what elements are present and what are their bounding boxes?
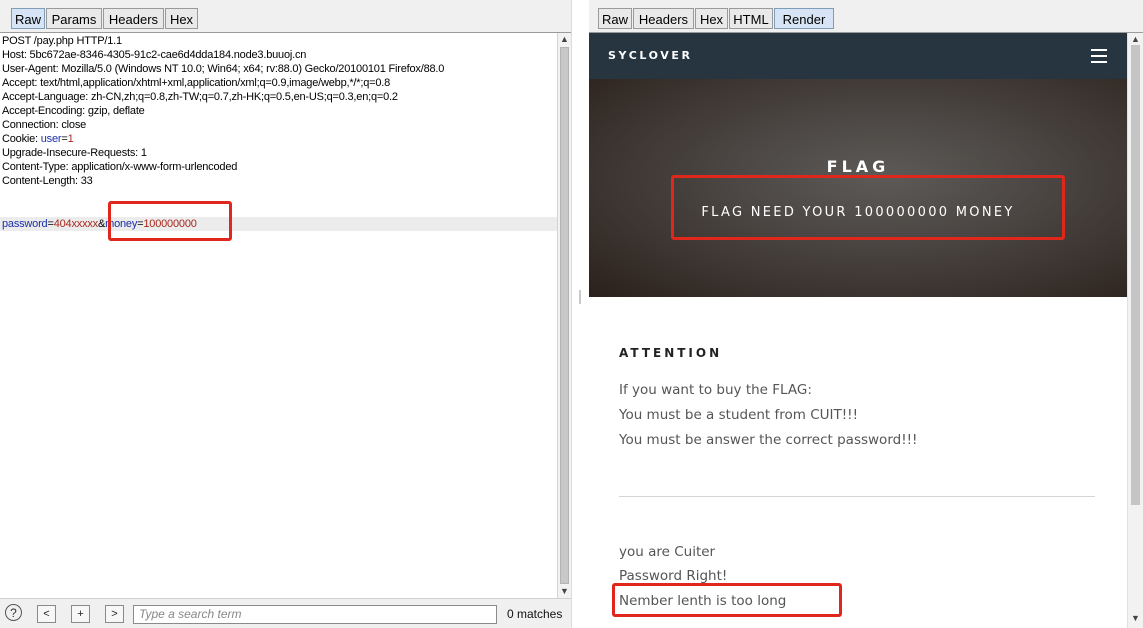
tab-headers[interactable]: Headers [103,8,164,29]
upgrade-insecure-header: Upgrade-Insecure-Requests: 1 [2,147,147,159]
tab-raw[interactable]: Raw [11,8,45,29]
rendered-page: SYCLOVER FLAG FLAG NEED YOUR 100000000 M… [589,33,1127,628]
section-divider [619,496,1095,497]
tab-html[interactable]: HTML [729,8,773,29]
request-editor[interactable]: POST /pay.php HTTP/1.1 Host: 5bc672ae-83… [0,33,557,598]
hamburger-menu-icon[interactable] [1091,49,1107,63]
tab-hex[interactable]: Hex [165,8,198,29]
pane-splitter[interactable] [571,0,589,628]
user-agent-header: User-Agent: Mozilla/5.0 (Windows NT 10.0… [2,63,445,75]
result-line: you are Cuiter [619,544,716,560]
request-tab-bar: Raw Params Headers Hex [0,0,571,33]
result-line: Password Right! [619,568,728,584]
site-brand[interactable]: SYCLOVER [608,49,693,62]
password-param-value: 404xxxxx [53,218,98,230]
tab-raw[interactable]: Raw [598,8,632,29]
match-count: 0 matches [507,607,563,621]
request-pane: Raw Params Headers Hex POST /pay.php HTT… [0,0,571,628]
connection-header: Connection: close [2,119,87,131]
money-highlight-box [108,201,232,241]
response-tab-bar: Raw Headers Hex HTML Render [589,0,1143,33]
content-type-header: Content-Type: application/x-www-form-url… [2,161,238,173]
attention-line: If you want to buy the FLAG: [619,382,812,398]
accept-header: Accept: text/html,application/xhtml+xml,… [2,77,391,89]
cookie-value: 1 [67,133,74,145]
add-search-button[interactable]: + [71,605,90,623]
tab-headers[interactable]: Headers [633,8,694,29]
scroll-up-icon[interactable]: ▲ [1131,34,1140,44]
scroll-up-icon[interactable]: ▲ [560,34,569,44]
search-input[interactable]: Type a search term [133,605,497,624]
help-icon[interactable]: ? [5,604,22,621]
host-header: Host: 5bc672ae-8346-4305-91c2-cae6d4dda1… [2,49,307,61]
tab-hex[interactable]: Hex [695,8,728,29]
tab-params[interactable]: Params [46,8,102,29]
attention-heading: ATTENTION [619,346,723,360]
attention-line: You must be answer the correct password!… [619,432,918,448]
cookie-header: Cookie: user=1 [2,133,74,146]
scrollbar-thumb[interactable] [560,47,569,584]
response-pane: Raw Headers Hex HTML Render SYCLOVER FLA… [589,0,1143,628]
scrollbar-thumb[interactable] [1131,45,1140,505]
attention-line: You must be a student from CUIT!!! [619,407,858,423]
password-param-name: password [2,218,48,230]
search-bar: ? < + > Type a search term 0 matches [0,598,571,628]
request-scrollbar[interactable]: ▲ ▼ [557,33,571,598]
tab-render[interactable]: Render [774,8,834,29]
accept-encoding-header: Accept-Encoding: gzip, deflate [2,105,145,117]
cookie-name: user [40,133,62,145]
render-scrollbar[interactable]: ▲ ▼ [1127,33,1143,628]
previous-match-button[interactable]: < [37,605,56,623]
accept-language-header: Accept-Language: zh-CN,zh;q=0.8,zh-TW;q=… [2,91,398,103]
site-navbar: SYCLOVER [589,33,1127,79]
request-line: POST /pay.php HTTP/1.1 [2,35,122,47]
hero-banner: FLAG FLAG NEED YOUR 100000000 MONEY [589,79,1127,297]
next-match-button[interactable]: > [105,605,124,623]
hero-highlight-box [671,175,1065,240]
scroll-down-icon[interactable]: ▼ [560,586,569,596]
hero-title: FLAG [826,157,890,176]
content-length-header: Content-Length: 33 [2,175,93,187]
cookie-prefix: Cookie: [2,133,41,145]
result-highlight-box [612,583,842,617]
scroll-down-icon[interactable]: ▼ [1131,613,1140,623]
